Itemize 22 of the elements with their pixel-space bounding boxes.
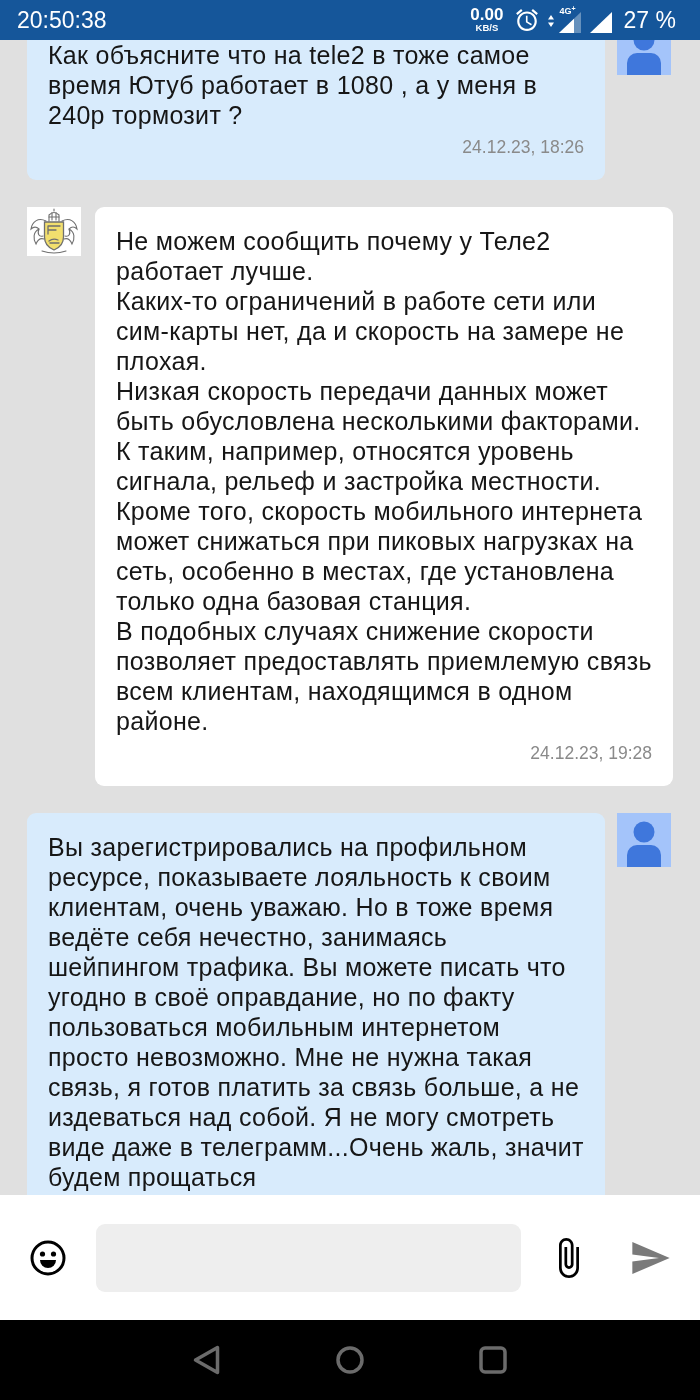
message-time: 24.12.23, 19:28	[529, 742, 652, 764]
status-time: 20:50:38	[17, 7, 107, 33]
network-speed: 0.00	[470, 7, 504, 23]
paperclip-icon	[557, 1237, 581, 1278]
smiley-icon	[30, 1239, 66, 1276]
signal-icon	[589, 12, 612, 33]
mobile-signal-icon	[558, 12, 581, 33]
coat-of-arms-icon	[27, 207, 81, 256]
message-text: Вы зарегистрировались на профильном ресурсе, показываете лояльность к своим клиентам, очень уважаю. Но в тоже время ведёте себя нечестно, занимаясь шейпингом трафика. Вы можете писать что угодно в своё оправдание, но по факту пользоваться мобильным интернетом просто невозможно. Мне не нужна такая связь, я готов платить за связь больше, а не издеваться над собой. Я не могу смотреть виде даже в телеграмм...Очень жаль, значит будем прощаться	[48, 832, 584, 1192]
network-type: 4G$^{+}$	[559, 7, 576, 16]
message-text: Не можем сообщить почему у Теле2 работает лучше. Каких-то ограничений в работе сети или сим-карты нет, да и скорость на замере не плохая. Низкая скорость передачи данных может быть обусловлена несколькими факторами. К таким, например, относятся уровень сигнала, рельеф и застройка местности. Кроме того, скорость мобильного интернета может снижаться при пиковых нагрузках на сеть, особенно в местах, где установлена только одна базовая станция. В подобных случаях снижение скорости позволяет предоставлять приемлемую связь всем клиентам, находящимся в одном районе.	[116, 226, 652, 736]
user-avatar-icon	[617, 813, 671, 867]
home-circle-icon	[336, 1346, 364, 1374]
network-speed-unit: KB/S	[475, 23, 499, 33]
back-triangle-icon	[193, 1345, 221, 1375]
message-text: Как объясните что на tele2 в тоже самое время Ютуб работает в 1080 , а у меня в 240p тормозит ?	[48, 40, 539, 130]
recents-square-icon	[479, 1346, 507, 1374]
send-icon	[632, 1241, 670, 1274]
alarm-clock-icon	[516, 9, 539, 31]
battery-level: 27 %	[623, 7, 676, 33]
message-time: 24.12.23, 18:26	[461, 136, 584, 158]
data-arrows-icon	[548, 15, 555, 27]
